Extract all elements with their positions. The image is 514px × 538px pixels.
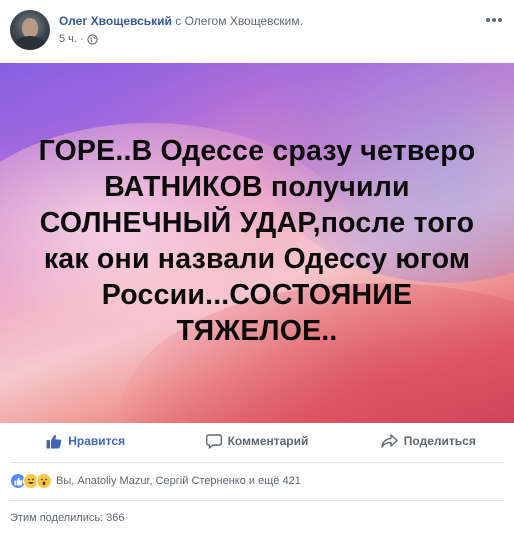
reactions-text: Вы, Anatoliy Mazur, Сергій Стерненко и е… (56, 475, 301, 487)
more-dots-icon[interactable] (484, 12, 504, 28)
comment-icon (205, 433, 222, 449)
tagged-with-text[interactable]: с Олегом Хвощевским. (175, 14, 303, 28)
image-caption: ГОРЕ..В Одессе сразу четверо ВАТНИКОВ по… (0, 133, 514, 349)
like-button[interactable]: Нравится (0, 426, 171, 456)
globe-icon[interactable] (87, 33, 98, 45)
post-image[interactable]: ГОРЕ..В Одессе сразу четверо ВАТНИКОВ по… (0, 63, 514, 423)
comment-label: Комментарий (227, 434, 309, 448)
avatar-body (14, 36, 46, 50)
meta-separator: · (79, 33, 84, 45)
post-meta: 5 ч. · (59, 32, 98, 46)
reaction-icons (10, 473, 52, 489)
share-button[interactable]: Поделиться (343, 426, 514, 456)
reactions-summary[interactable]: Вы, Anatoliy Mazur, Сергій Стерненко и е… (10, 472, 301, 490)
caption-line: ТЯЖЕЛОЕ.. (176, 315, 338, 347)
avatar-face (22, 18, 38, 38)
post-title-line: Олег Хвощевський с Олегом Хвощевским. (59, 13, 303, 29)
author-avatar[interactable] (10, 10, 50, 50)
action-bar: Нравится Комментарий Поделиться (0, 426, 514, 456)
author-name[interactable]: Олег Хвощевський (59, 14, 172, 28)
post-timestamp[interactable]: 5 ч. (59, 32, 77, 46)
post-header: Олег Хвощевський с Олегом Хвощевским. 5 … (0, 0, 514, 58)
caption-line: ВАТНИКОВ получили (104, 171, 410, 203)
thumbs-up-icon (46, 434, 62, 449)
caption-line: России...СОСТОЯНИЕ (101, 279, 413, 311)
comment-button[interactable]: Комментарий (171, 426, 342, 456)
divider (10, 462, 504, 463)
caption-line: как они назвали Одессу югом (43, 243, 471, 275)
shares-count[interactable]: Этим поделились: 366 (10, 512, 125, 524)
caption-line: ГОРЕ..В Одессе сразу четверо (38, 135, 476, 167)
caption-line: СОЛНЕЧНЫЙ УДАР,после того (39, 207, 475, 239)
share-arrow-icon (381, 434, 398, 448)
wow-reaction-icon (36, 473, 52, 489)
divider (10, 500, 504, 501)
like-label: Нравится (68, 434, 126, 448)
share-label: Поделиться (403, 434, 476, 448)
